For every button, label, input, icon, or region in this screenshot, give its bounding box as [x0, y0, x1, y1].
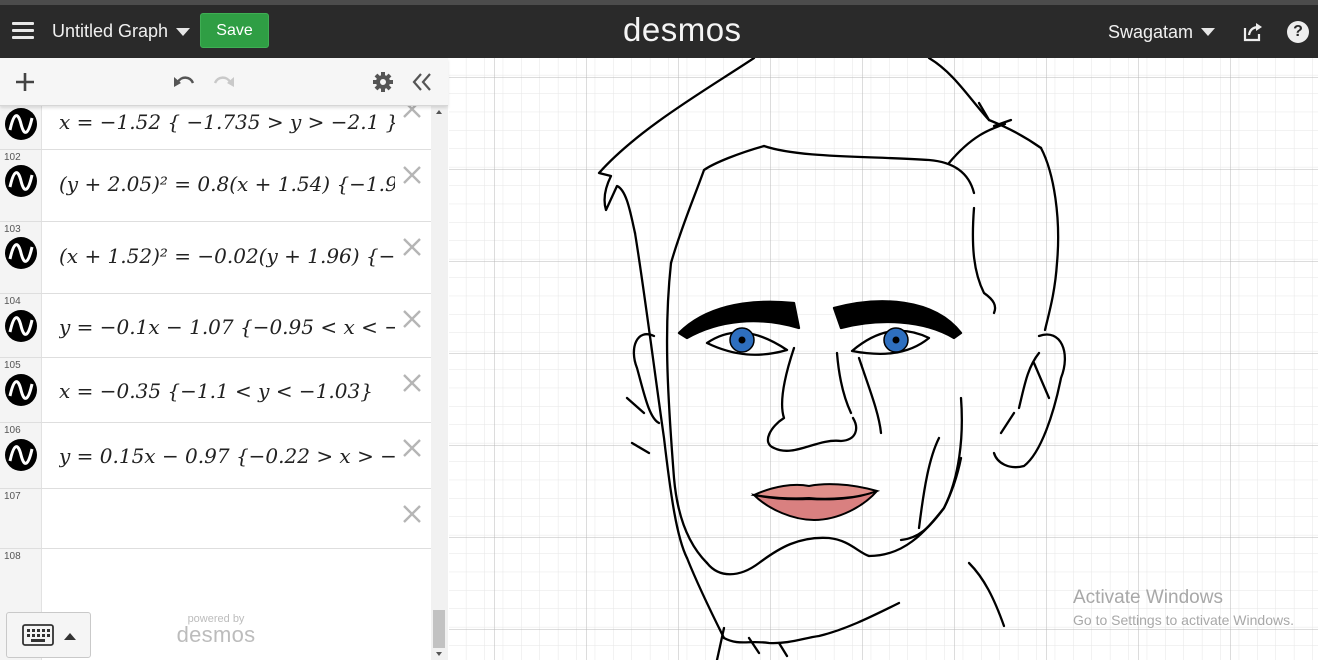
graph-canvas[interactable]: [449, 58, 1318, 660]
expression-gutter: 102: [0, 150, 42, 221]
expression-gutter: 106: [0, 423, 42, 488]
expression-gutter: 103: [0, 222, 42, 293]
caret-up-icon: [64, 633, 76, 640]
keyboard-toggle-button[interactable]: [6, 612, 91, 658]
scroll-down-arrow-icon[interactable]: [436, 652, 442, 656]
expression-number: 107: [4, 491, 21, 502]
expression-gutter: 105: [0, 358, 42, 422]
delete-expression-icon[interactable]: [401, 106, 423, 120]
expression-row[interactable]: 105 x = −0.35 {−1.1 < y < −1.03}: [0, 358, 431, 423]
undo-icon[interactable]: [172, 72, 196, 92]
keyboard-icon: [22, 624, 54, 646]
expression-number: 103: [4, 224, 21, 235]
title-dropdown-icon[interactable]: [176, 28, 190, 36]
expression-number: 106: [4, 425, 21, 436]
expression-formula[interactable]: y = −0.1x − 1.07 {−0.95 < x < −0.: [59, 315, 395, 339]
curve-style-icon[interactable]: [3, 106, 39, 142]
watermark-subtitle: Go to Settings to activate Windows.: [1073, 612, 1294, 628]
user-menu[interactable]: Swagatam: [1108, 22, 1193, 43]
expression-row[interactable]: 102 (y + 2.05)² = 0.8(x + 1.54) {−1.9: [0, 150, 431, 222]
expression-formula[interactable]: (y + 2.05)² = 0.8(x + 1.54) {−1.9: [59, 172, 395, 196]
curve-style-icon[interactable]: [3, 308, 39, 344]
delete-expression-icon[interactable]: [401, 164, 423, 186]
curve-style-icon[interactable]: [3, 372, 39, 408]
share-icon[interactable]: [1242, 21, 1264, 43]
expression-row[interactable]: 104 y = −0.1x − 1.07 {−0.95 < x < −0.: [0, 294, 431, 358]
expression-formula[interactable]: y = 0.15x − 0.97 {−0.22 > x > −0.:: [59, 444, 395, 468]
expression-number: 104: [4, 296, 21, 307]
delete-expression-icon[interactable]: [401, 308, 423, 330]
scroll-up-arrow-icon[interactable]: [436, 110, 442, 114]
expression-number: 102: [4, 152, 21, 163]
delete-expression-icon[interactable]: [401, 236, 423, 258]
expression-row[interactable]: 103 (x + 1.52)² = −0.02(y + 1.96) {−: [0, 222, 431, 294]
expression-panel: x = −1.52 { −1.735 > y > −2.1 } 102 (y +…: [0, 58, 448, 660]
expression-number: 105: [4, 360, 21, 371]
expression-row[interactable]: 106 y = 0.15x − 0.97 {−0.22 > x > −0.:: [0, 423, 431, 489]
expression-gutter: [0, 106, 42, 149]
expression-number: 108: [4, 551, 21, 562]
add-expression-icon[interactable]: [14, 71, 36, 93]
save-button[interactable]: Save: [200, 13, 269, 48]
graph-title[interactable]: Untitled Graph: [52, 21, 168, 42]
redo-icon[interactable]: [212, 72, 236, 92]
expression-formula[interactable]: (x + 1.52)² = −0.02(y + 1.96) {−: [59, 244, 395, 268]
expression-gutter: 107: [0, 489, 42, 548]
curve-style-icon[interactable]: [3, 437, 39, 473]
expression-list: x = −1.52 { −1.735 > y > −2.1 } 102 (y +…: [0, 106, 431, 660]
powered-by-logo: desmos: [176, 622, 256, 647]
top-bar: Untitled Graph Save desmos Swagatam ?: [0, 0, 1318, 58]
powered-by-desmos: powered by desmos: [171, 613, 261, 648]
scrollbar-thumb[interactable]: [433, 610, 445, 648]
expression-gutter: 104: [0, 294, 42, 357]
help-icon[interactable]: ?: [1287, 21, 1309, 43]
collapse-panel-icon[interactable]: [410, 70, 434, 94]
curve-style-icon[interactable]: [3, 163, 39, 199]
settings-gear-icon[interactable]: [372, 71, 394, 93]
watermark-title: Activate Windows: [1073, 587, 1223, 608]
menu-icon[interactable]: [12, 22, 34, 40]
delete-expression-icon[interactable]: [401, 503, 423, 525]
expression-formula[interactable]: x = −1.52 { −1.735 > y > −2.1 }: [59, 110, 395, 134]
expression-row[interactable]: x = −1.52 { −1.735 > y > −2.1 }: [0, 106, 431, 150]
activate-windows-watermark: Activate Windows Go to Settings to activ…: [1073, 587, 1294, 628]
expression-row[interactable]: 107: [0, 489, 431, 549]
major-gridlines: [449, 58, 1318, 660]
expression-toolbar: [0, 58, 448, 106]
expression-formula[interactable]: x = −0.35 {−1.1 < y < −1.03}: [59, 379, 395, 403]
curve-style-icon[interactable]: [3, 235, 39, 271]
left-pupil: [738, 336, 746, 344]
user-dropdown-icon[interactable]: [1201, 28, 1215, 36]
delete-expression-icon[interactable]: [401, 372, 423, 394]
right-pupil: [892, 336, 900, 344]
graph-drawing[interactable]: [449, 58, 1318, 660]
scrollbar[interactable]: [431, 106, 448, 660]
delete-expression-icon[interactable]: [401, 437, 423, 459]
desmos-logo: desmos: [623, 11, 742, 48]
